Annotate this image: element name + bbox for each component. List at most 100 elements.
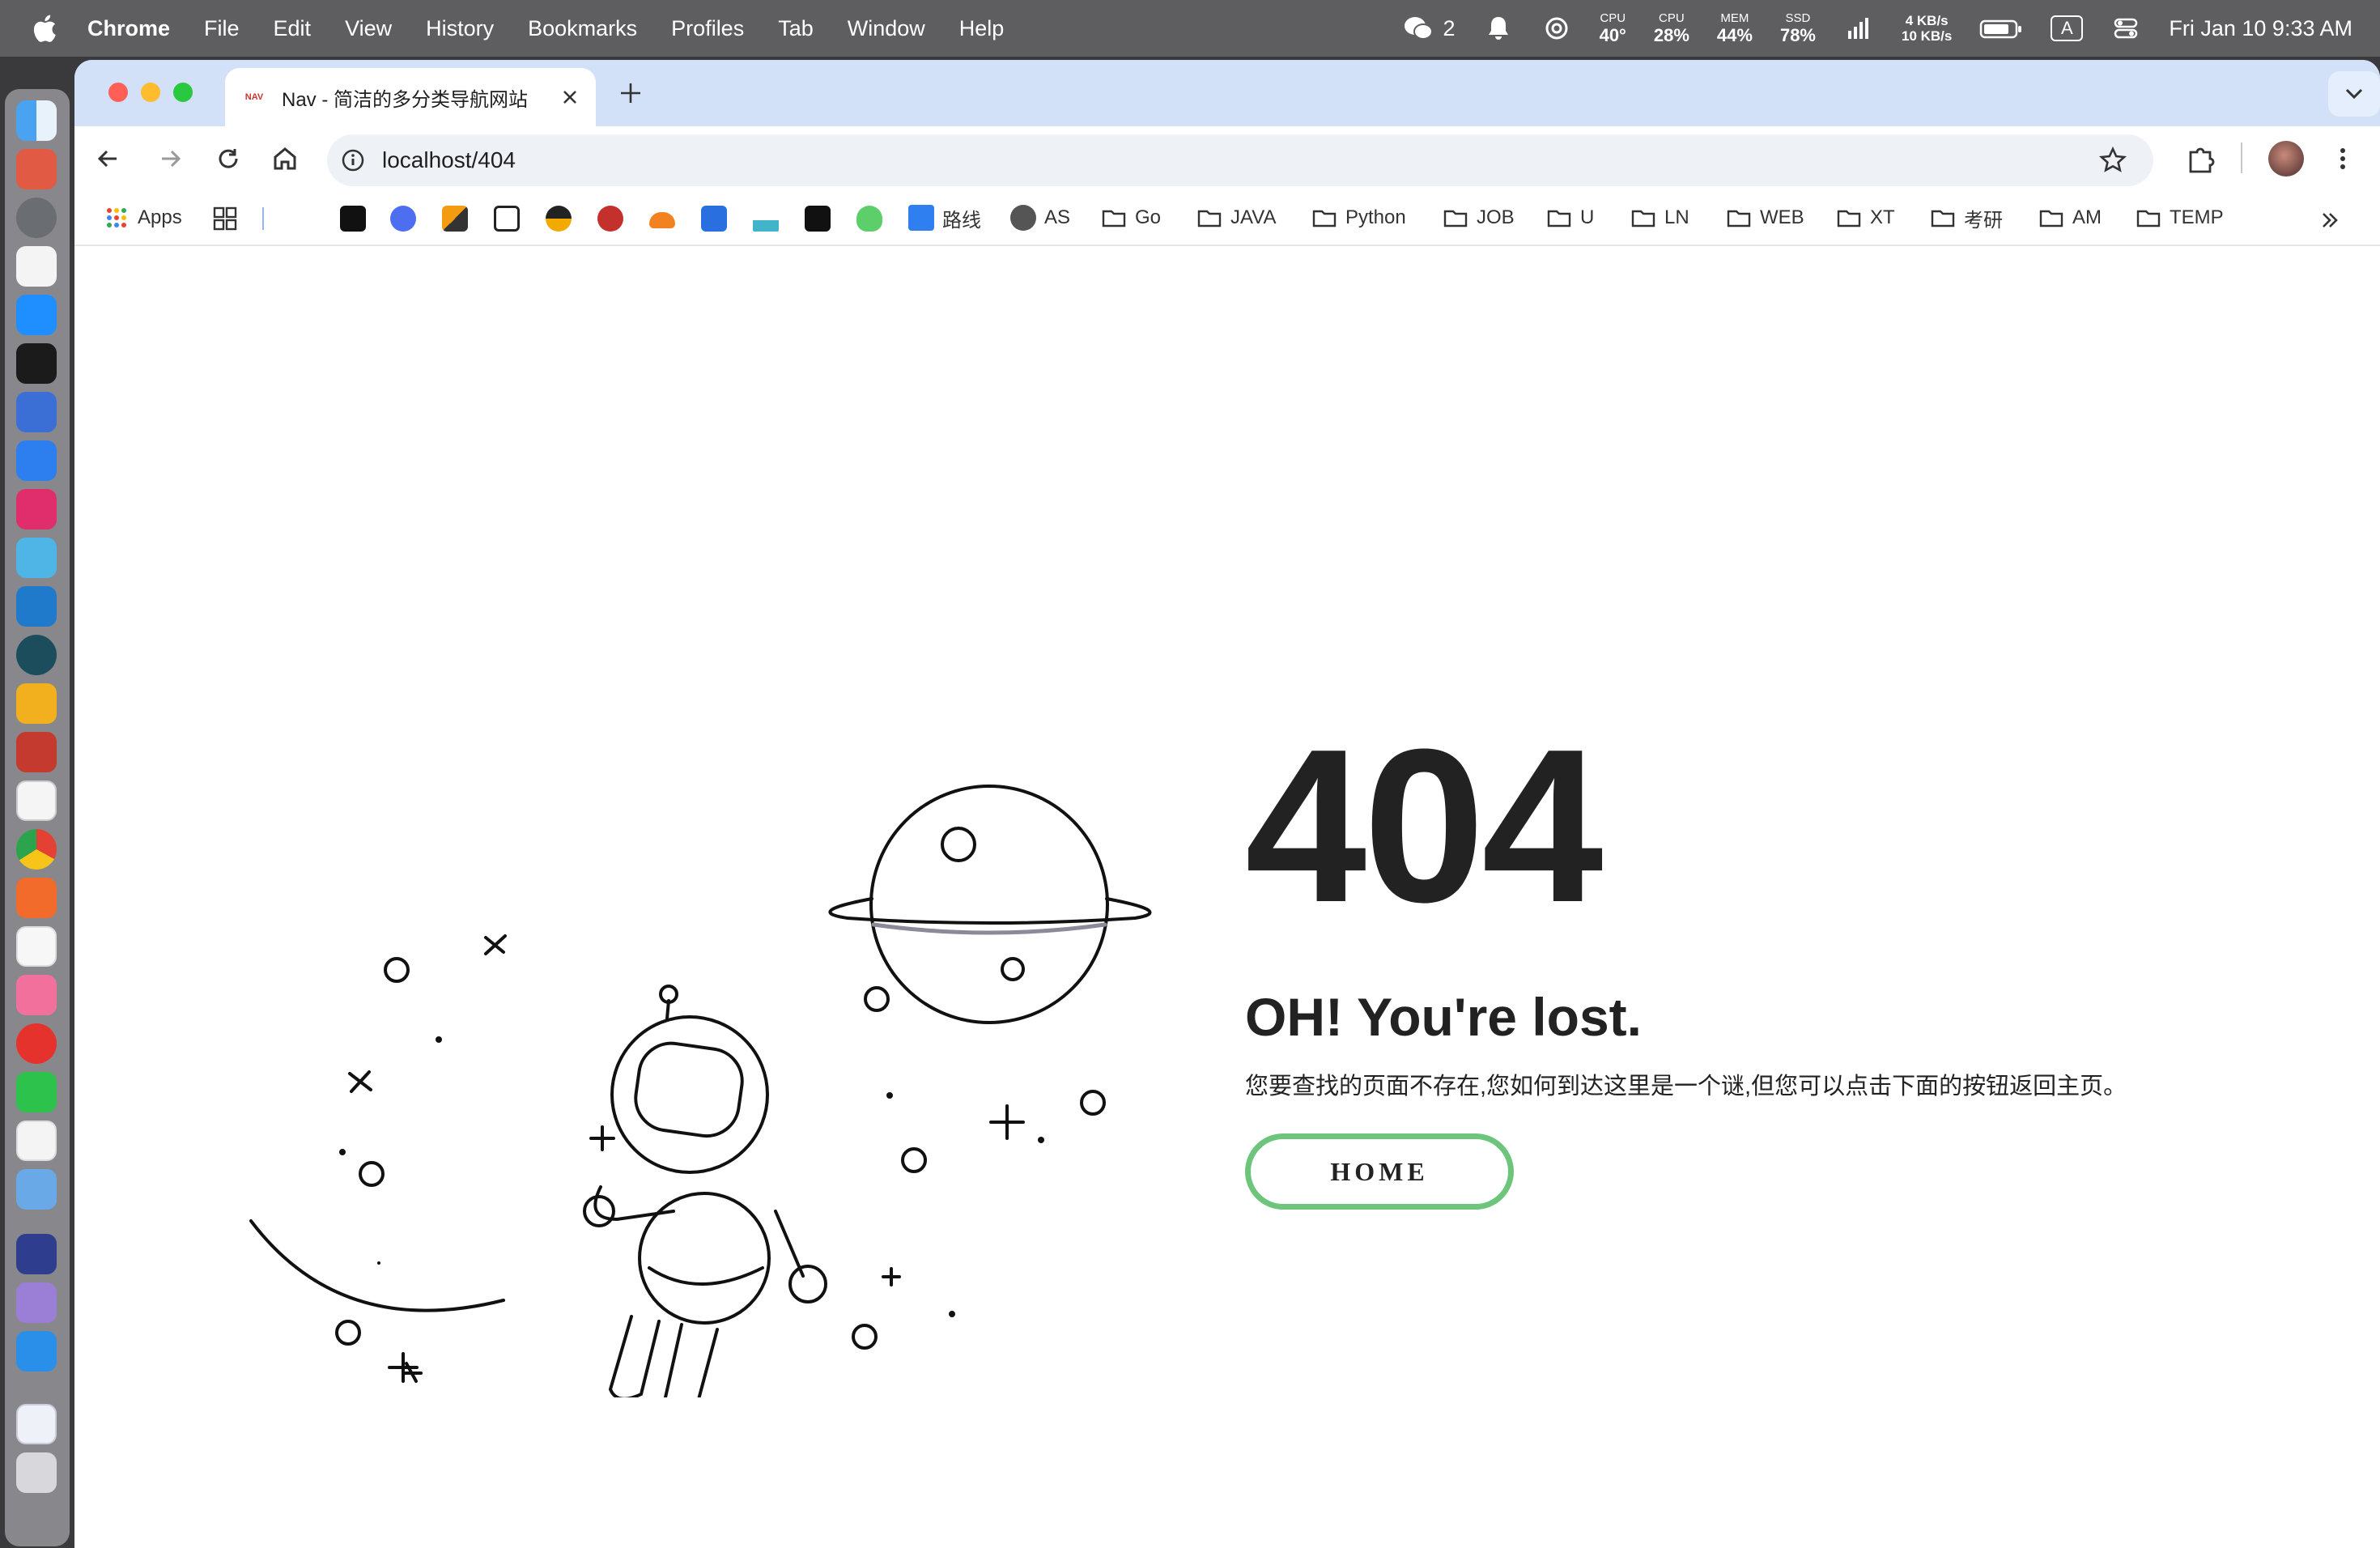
bookmark-folder-job[interactable]: JOB bbox=[1443, 199, 1515, 236]
notes-app-icon[interactable] bbox=[16, 1282, 57, 1323]
forward-arrow-icon[interactable] bbox=[152, 141, 188, 176]
downloads-folder-icon[interactable] bbox=[16, 1404, 57, 1444]
new-tab-icon[interactable] bbox=[617, 79, 644, 107]
bookmark-pear-icon[interactable] bbox=[856, 206, 882, 232]
zoom-window-button[interactable] bbox=[173, 83, 193, 102]
star-app-icon[interactable] bbox=[16, 732, 57, 772]
netease-music-icon[interactable] bbox=[16, 1023, 57, 1064]
apple-menu-icon[interactable] bbox=[32, 15, 57, 42]
menu-bookmarks[interactable]: Bookmarks bbox=[528, 16, 637, 41]
back-arrow-icon[interactable] bbox=[91, 141, 126, 176]
menu-app-chrome[interactable]: Chrome bbox=[87, 16, 170, 41]
bookmark-folder-kaoyan[interactable]: 考研 bbox=[1930, 199, 2003, 236]
bookmark-openai-icon[interactable] bbox=[340, 206, 366, 232]
app-store-icon[interactable] bbox=[16, 295, 57, 335]
menu-file[interactable]: File bbox=[204, 16, 240, 41]
trash-icon[interactable] bbox=[16, 1452, 57, 1493]
bookmark-folder-go[interactable]: Go bbox=[1101, 199, 1161, 236]
tab-active[interactable]: NAV Nav - 简洁的多分类导航网站 bbox=[225, 68, 596, 126]
menu-edit[interactable]: Edit bbox=[274, 16, 312, 41]
bookmark-luxian-label: 路线 bbox=[942, 209, 981, 232]
tab-groups-icon[interactable] bbox=[212, 206, 238, 232]
tab-search-button[interactable] bbox=[2328, 71, 2380, 117]
bookmark-folder-xt[interactable]: XT bbox=[1836, 199, 1895, 236]
more-bookmarks-chevron-icon[interactable] bbox=[2317, 207, 2343, 233]
bookmark-folder-web[interactable]: WEB bbox=[1726, 199, 1804, 236]
bookmark-folder-temp[interactable]: TEMP bbox=[2136, 199, 2224, 236]
control-center-icon[interactable] bbox=[2110, 15, 2141, 42]
bilibili-icon[interactable] bbox=[16, 975, 57, 1015]
bookmark-folder-ln[interactable]: LN bbox=[1630, 199, 1689, 236]
system-settings-icon[interactable] bbox=[16, 198, 57, 238]
menu-window[interactable]: Window bbox=[848, 16, 925, 41]
bookmark-d-icon[interactable] bbox=[494, 206, 520, 232]
bookmark-folder-am[interactable]: AM bbox=[2038, 199, 2102, 236]
vscode-icon[interactable] bbox=[16, 586, 57, 627]
wechat-dock-icon[interactable] bbox=[16, 1072, 57, 1112]
bookmark-folder-python[interactable]: Python bbox=[1311, 199, 1406, 236]
url-text[interactable]: localhost/404 bbox=[382, 147, 516, 173]
bookmark-fire-icon[interactable] bbox=[442, 206, 468, 232]
battery-icon[interactable] bbox=[1979, 15, 2023, 42]
bookmark-as[interactable]: AS bbox=[1010, 199, 1070, 236]
chatgpt-icon[interactable] bbox=[1541, 15, 1572, 42]
chrome-icon[interactable] bbox=[16, 829, 57, 870]
bookmark-triangle-icon[interactable] bbox=[753, 206, 779, 232]
menu-help[interactable]: Help bbox=[959, 16, 1005, 41]
network-tool-icon[interactable] bbox=[16, 635, 57, 675]
bookmark-luxian[interactable]: 路线 bbox=[908, 199, 981, 236]
bookmark-folder-u[interactable]: U bbox=[1546, 199, 1594, 236]
site-info-icon[interactable] bbox=[337, 144, 369, 176]
bookmark-apps[interactable]: Apps bbox=[104, 199, 182, 236]
menu-profiles[interactable]: Profiles bbox=[671, 16, 744, 41]
network-speed-stat[interactable]: 4 KB/s 10 KB/s bbox=[1902, 14, 1952, 43]
reload-icon[interactable] bbox=[210, 141, 246, 176]
qq-icon[interactable] bbox=[16, 1121, 57, 1161]
video-app-icon[interactable] bbox=[16, 1234, 57, 1274]
close-window-button[interactable] bbox=[108, 83, 128, 102]
audio-app-icon[interactable] bbox=[16, 440, 57, 481]
bookmark-folder-java[interactable]: JAVA bbox=[1196, 199, 1276, 236]
telegram-icon[interactable] bbox=[16, 1169, 57, 1210]
bookmark-pi-icon[interactable] bbox=[597, 206, 623, 232]
bookmark-grid-icon[interactable] bbox=[805, 206, 831, 232]
reminders-icon[interactable] bbox=[16, 246, 57, 287]
network-activity-icon[interactable] bbox=[1843, 15, 1874, 42]
memory-stat[interactable]: MEM 44% bbox=[1717, 12, 1753, 45]
menubar-clock[interactable]: Fri Jan 10 9:33 AM bbox=[2169, 16, 2352, 41]
extensions-puzzle-icon[interactable] bbox=[2182, 141, 2218, 176]
bookmark-shield-icon[interactable] bbox=[701, 206, 727, 232]
cpu-usage-stat[interactable]: CPU 28% bbox=[1654, 12, 1689, 45]
close-tab-icon[interactable] bbox=[557, 84, 583, 110]
more-menu-icon[interactable] bbox=[2325, 141, 2361, 176]
sublime-icon[interactable] bbox=[16, 878, 57, 918]
screen-sharing-icon[interactable] bbox=[16, 392, 57, 432]
menu-history[interactable]: History bbox=[426, 16, 494, 41]
network-up-speed: 4 KB/s bbox=[1905, 13, 1949, 28]
home-button[interactable]: HOME bbox=[1245, 1133, 1514, 1210]
navicat-icon[interactable] bbox=[16, 683, 57, 724]
bookmark-cloudflare-icon[interactable] bbox=[649, 212, 675, 228]
ssd-stat[interactable]: SSD 78% bbox=[1780, 12, 1816, 45]
keynote-icon[interactable] bbox=[16, 1331, 57, 1372]
bookmark-halfmoon-icon[interactable] bbox=[546, 206, 572, 232]
address-bar[interactable]: localhost/404 bbox=[327, 134, 2153, 186]
profile-avatar[interactable] bbox=[2268, 141, 2304, 176]
intellij-idea-icon[interactable] bbox=[16, 489, 57, 529]
cloud-drive-icon[interactable] bbox=[16, 926, 57, 967]
menu-view[interactable]: View bbox=[345, 16, 392, 41]
launchpad-icon[interactable] bbox=[16, 149, 57, 189]
goland-icon[interactable] bbox=[16, 538, 57, 578]
menu-tab[interactable]: Tab bbox=[778, 16, 814, 41]
minimize-window-button[interactable] bbox=[141, 83, 160, 102]
wechat-status[interactable]: 2 bbox=[1403, 15, 1456, 42]
bookmark-deepseek-icon[interactable] bbox=[390, 206, 416, 232]
finder-icon[interactable] bbox=[16, 100, 57, 141]
cpu-temp-stat[interactable]: CPU 40° bbox=[1600, 12, 1626, 45]
bookmark-star-icon[interactable] bbox=[2097, 144, 2129, 176]
home-icon[interactable] bbox=[267, 141, 303, 176]
input-source-indicator[interactable]: A bbox=[2051, 15, 2084, 41]
typora-icon[interactable] bbox=[16, 780, 57, 821]
notification-bell-icon[interactable] bbox=[1483, 15, 1514, 42]
terminal-icon[interactable] bbox=[16, 343, 57, 384]
